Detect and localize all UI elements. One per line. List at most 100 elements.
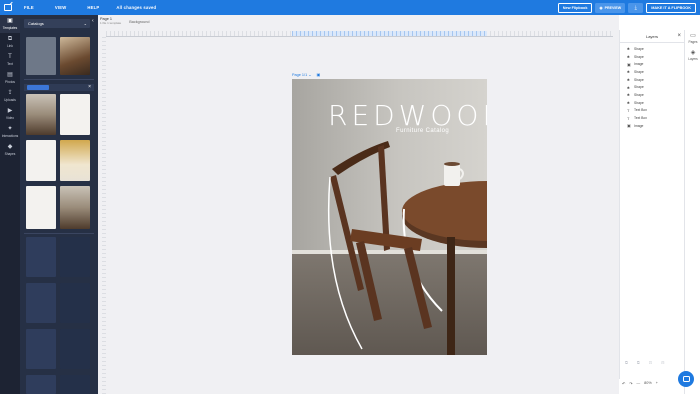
- rail-photos[interactable]: ▤ Photos: [0, 69, 20, 87]
- layer-row[interactable]: ▣ Image: [620, 122, 684, 130]
- download-icon: ⤓: [634, 5, 637, 11]
- sidebar-layers-label: Layers: [688, 57, 698, 61]
- rail-interactions[interactable]: ✦ Interactions: [0, 123, 20, 141]
- page-indicator[interactable]: Page 1/1 ⌄ ▣: [292, 72, 320, 77]
- make-flipbook-button[interactable]: MAKE IT A FLIPBOOK: [646, 3, 696, 13]
- template-thumbnail[interactable]: [60, 37, 90, 75]
- coffee-cup: [444, 164, 460, 186]
- video-icon: ▶: [7, 108, 13, 114]
- layer-label: Shape: [634, 69, 644, 74]
- vertical-ruler: [102, 37, 106, 394]
- rail-video[interactable]: ▶ Video: [0, 105, 20, 123]
- text-layer-icon: T: [627, 107, 630, 113]
- undo-icon[interactable]: ↶: [622, 381, 625, 386]
- template-tag: [27, 85, 49, 90]
- redo-icon[interactable]: ↷: [629, 381, 632, 386]
- download-button[interactable]: ⤓: [628, 3, 644, 13]
- layer-label: Image: [634, 62, 644, 67]
- template-thumbnail[interactable]: [60, 329, 90, 369]
- chevron-down-icon: ⌄: [83, 21, 87, 26]
- rail-uploads[interactable]: ⇪ Uploads: [0, 87, 20, 105]
- layer-row[interactable]: ♣ Shape: [620, 53, 684, 61]
- catalog-subtitle[interactable]: Furniture Catalog: [396, 128, 449, 134]
- shape-layer-icon: ♣: [627, 92, 630, 98]
- close-icon[interactable]: ×: [677, 33, 681, 39]
- layer-row[interactable]: ♣ Shape: [620, 99, 684, 107]
- page-settings-icon[interactable]: ▣: [317, 73, 321, 77]
- delete-icon[interactable]: ⊟: [661, 360, 664, 365]
- zoom-out-icon[interactable]: —: [636, 381, 640, 385]
- layer-row[interactable]: ♣ Shape: [620, 45, 684, 53]
- app-logo[interactable]: [0, 0, 16, 15]
- template-thumbnail[interactable]: [26, 237, 56, 277]
- layer-row[interactable]: ♣ Shape: [620, 76, 684, 84]
- layer-row[interactable]: ♣ Shape: [620, 68, 684, 76]
- template-thumbnail[interactable]: [60, 237, 90, 277]
- photos-icon: ▤: [7, 72, 13, 78]
- coffee: [444, 162, 460, 166]
- template-preview-header: ×: [24, 84, 94, 91]
- layers-header: Layers ×: [620, 30, 684, 43]
- tab-page-1[interactable]: Page 1 1 file 1 template: [100, 17, 121, 25]
- shape-layer-icon: ♣: [627, 69, 630, 75]
- tab-background[interactable]: Background: [129, 20, 149, 25]
- text-layer-icon: T: [627, 115, 630, 121]
- eye-icon: ◉: [599, 6, 603, 10]
- close-icon[interactable]: ×: [88, 84, 91, 90]
- tab-page-1-sub: 1 file 1 template: [100, 21, 122, 25]
- layer-row[interactable]: T Text Box: [620, 114, 684, 122]
- layer-row[interactable]: T Text Box: [620, 107, 684, 115]
- template-page-thumbnail[interactable]: [60, 140, 90, 181]
- layer-label: Shape: [634, 54, 644, 59]
- preview-button[interactable]: ◉ PREVIEW: [595, 3, 626, 13]
- ruler-page-highlight: [292, 31, 487, 37]
- menu-help[interactable]: HELP: [87, 5, 99, 10]
- text-icon: T: [8, 54, 12, 60]
- chat-button[interactable]: [678, 371, 694, 387]
- template-page-thumbnail[interactable]: [60, 94, 90, 135]
- category-select[interactable]: Catalogs ⌄: [24, 19, 90, 28]
- template-thumbnail[interactable]: [60, 375, 90, 394]
- template-thumbnail[interactable]: [26, 283, 56, 323]
- layer-row[interactable]: ▣ Image: [620, 60, 684, 68]
- category-label: Catalogs: [28, 21, 44, 26]
- rail-shapes[interactable]: ◆ Shapes: [0, 141, 20, 159]
- right-sidebar: ▭ Pages ◈ Layers: [684, 30, 700, 394]
- toolbar-actions: New Flipbook ◉ PREVIEW ⤓ MAKE IT A FLIPB…: [557, 3, 696, 13]
- bring-forward-icon[interactable]: ⧉: [625, 360, 628, 365]
- rail-link[interactable]: ⧉ Link: [0, 33, 20, 51]
- template-page-thumbnail[interactable]: [26, 140, 56, 181]
- new-flipbook-button[interactable]: New Flipbook: [557, 3, 593, 13]
- link-icon: ⧉: [7, 36, 13, 42]
- collapse-panel-icon[interactable]: ‹: [92, 18, 94, 24]
- template-page-thumbnail[interactable]: [26, 94, 56, 135]
- chat-icon: [682, 376, 690, 382]
- rail-video-label: Video: [5, 116, 15, 120]
- menu-view[interactable]: VIEW: [55, 5, 67, 10]
- artboard-page[interactable]: REDWOOD Furniture Catalog: [292, 79, 487, 355]
- zoom-in-icon[interactable]: +: [656, 381, 658, 385]
- rail-text[interactable]: T Text: [0, 51, 20, 69]
- rail-templates[interactable]: ▣ Templates: [0, 15, 20, 33]
- rail-uploads-label: Uploads: [4, 98, 16, 102]
- template-page-thumbnail[interactable]: [60, 186, 90, 229]
- template-thumbnail[interactable]: [26, 37, 56, 75]
- send-backward-icon[interactable]: ⧉: [637, 360, 640, 365]
- template-thumbnail[interactable]: [60, 283, 90, 323]
- sidebar-layers[interactable]: ◈ Layers: [685, 47, 700, 64]
- layer-row[interactable]: ♣ Shape: [620, 91, 684, 99]
- editor-canvas[interactable]: Page 1 1 file 1 template Background Page…: [98, 15, 619, 394]
- zoom-level[interactable]: 80%: [644, 381, 652, 385]
- template-thumbnail[interactable]: [26, 375, 56, 394]
- catalog-title[interactable]: REDWOOD: [328, 101, 487, 131]
- layers-title: Layers: [645, 33, 658, 39]
- rail-link-label: Link: [7, 44, 13, 48]
- lock-icon[interactable]: ⊡: [649, 360, 652, 365]
- rail-shapes-label: Shapes: [4, 152, 16, 156]
- layer-row[interactable]: ♣ Shape: [620, 83, 684, 91]
- template-page-thumbnail[interactable]: [26, 186, 56, 229]
- template-thumbnail[interactable]: [26, 329, 56, 369]
- layer-label: Text Box: [634, 108, 648, 113]
- menu-file[interactable]: FILE: [24, 5, 34, 10]
- sidebar-pages[interactable]: ▭ Pages: [685, 30, 700, 47]
